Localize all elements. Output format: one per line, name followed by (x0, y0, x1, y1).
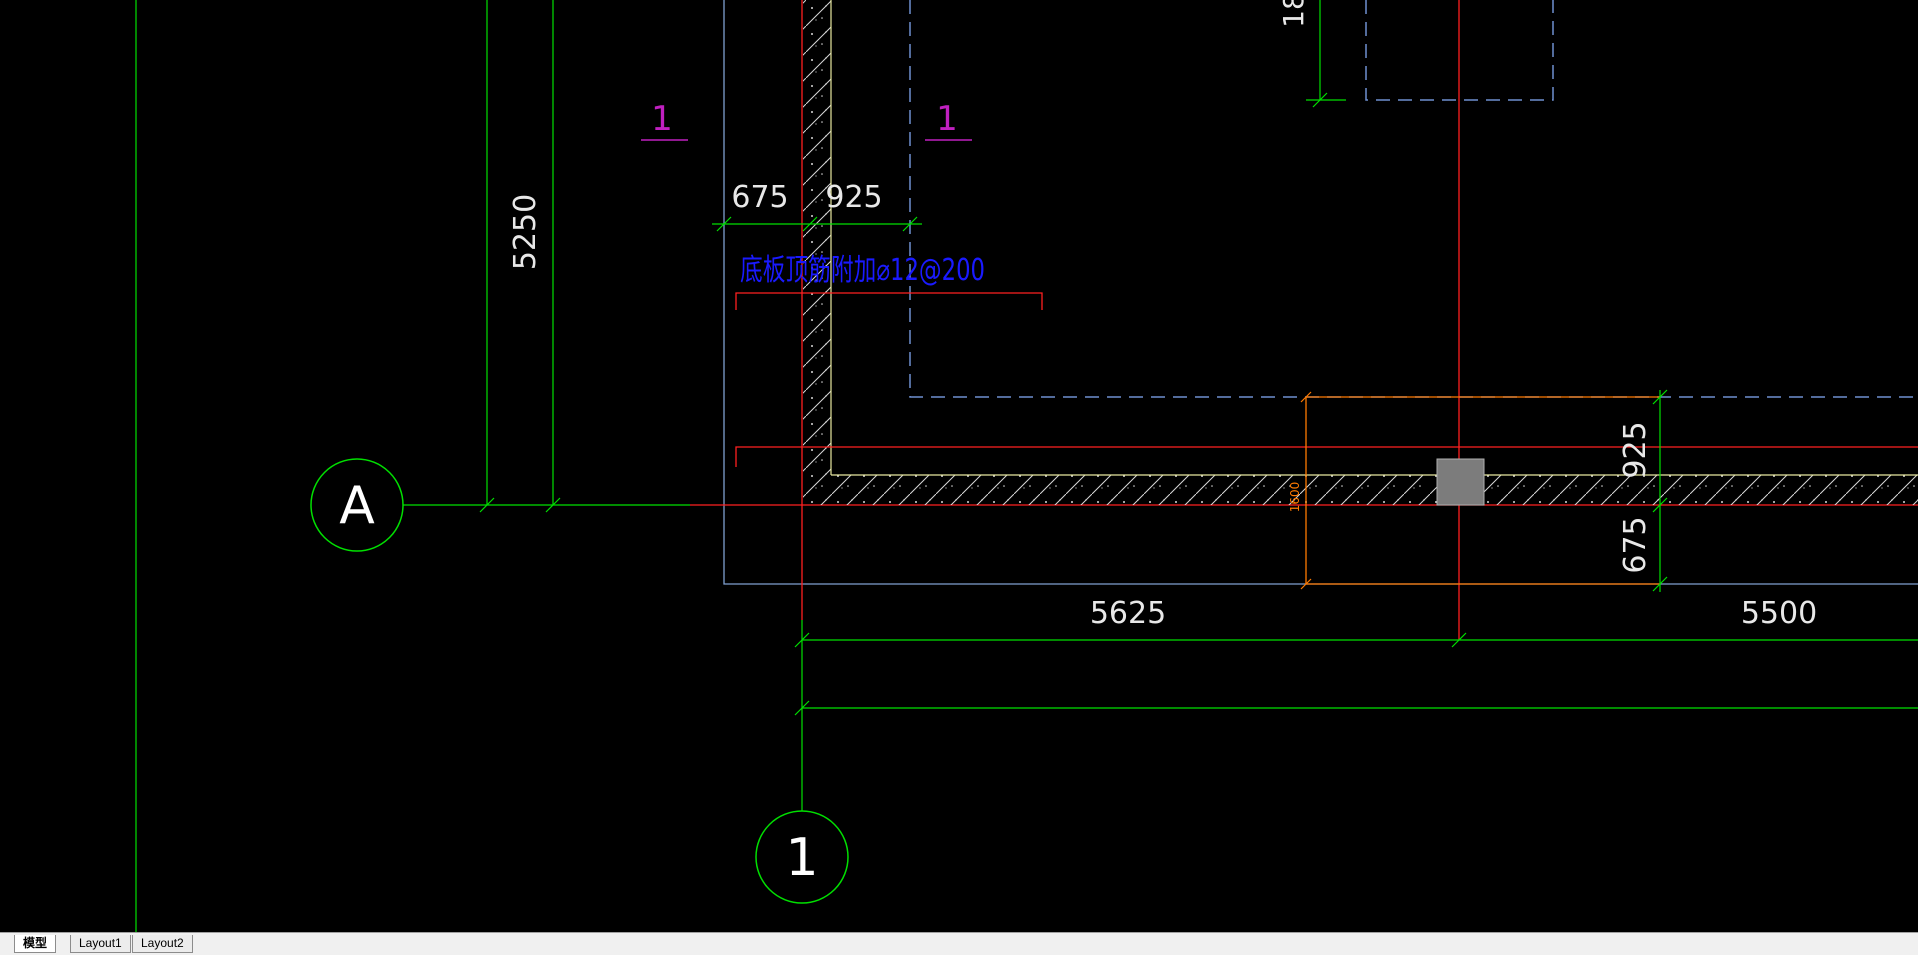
wall-hatch-vertical (803, 0, 831, 475)
rebar-bracket-top (735, 292, 1043, 310)
axis-label-a: A (339, 476, 375, 536)
column-block[interactable] (1436, 458, 1485, 506)
dim-text-1600: 1600 (1288, 482, 1302, 513)
dim-text-675-top: 675 (731, 180, 788, 215)
dim-text-5500: 5500 (1741, 596, 1817, 631)
tab-layout1[interactable]: Layout1 (70, 935, 131, 953)
dim-text-925-top: 925 (825, 180, 882, 215)
tab-layout2[interactable]: Layout2 (132, 935, 193, 953)
dim-text-925-right: 925 (1618, 421, 1653, 478)
dim-text-675-right: 675 (1618, 516, 1653, 573)
section-mark-left[interactable]: 1 (651, 99, 673, 139)
drawing-canvas[interactable]: 5250 A 675 925 1 1 底板顶筋附加⌀12@200 18 1600… (0, 0, 1918, 932)
layout-tab-bar: 模型 Layout1 Layout2 (0, 932, 1918, 955)
dim-text-5250: 5250 (508, 194, 543, 270)
rebar-annotation[interactable]: 底板顶筋附加⌀12@200 (740, 253, 985, 288)
slab-hatch (803, 475, 1918, 505)
dashed-outline-main (909, 0, 1918, 398)
tab-model[interactable]: 模型 (14, 935, 57, 953)
section-mark-right[interactable]: 1 (936, 99, 958, 139)
axis-label-1: 1 (785, 828, 818, 888)
dim-text-5625: 5625 (1090, 596, 1166, 631)
rebar-line-slab (735, 446, 1918, 467)
dim-text-18: 18 (1277, 0, 1310, 28)
